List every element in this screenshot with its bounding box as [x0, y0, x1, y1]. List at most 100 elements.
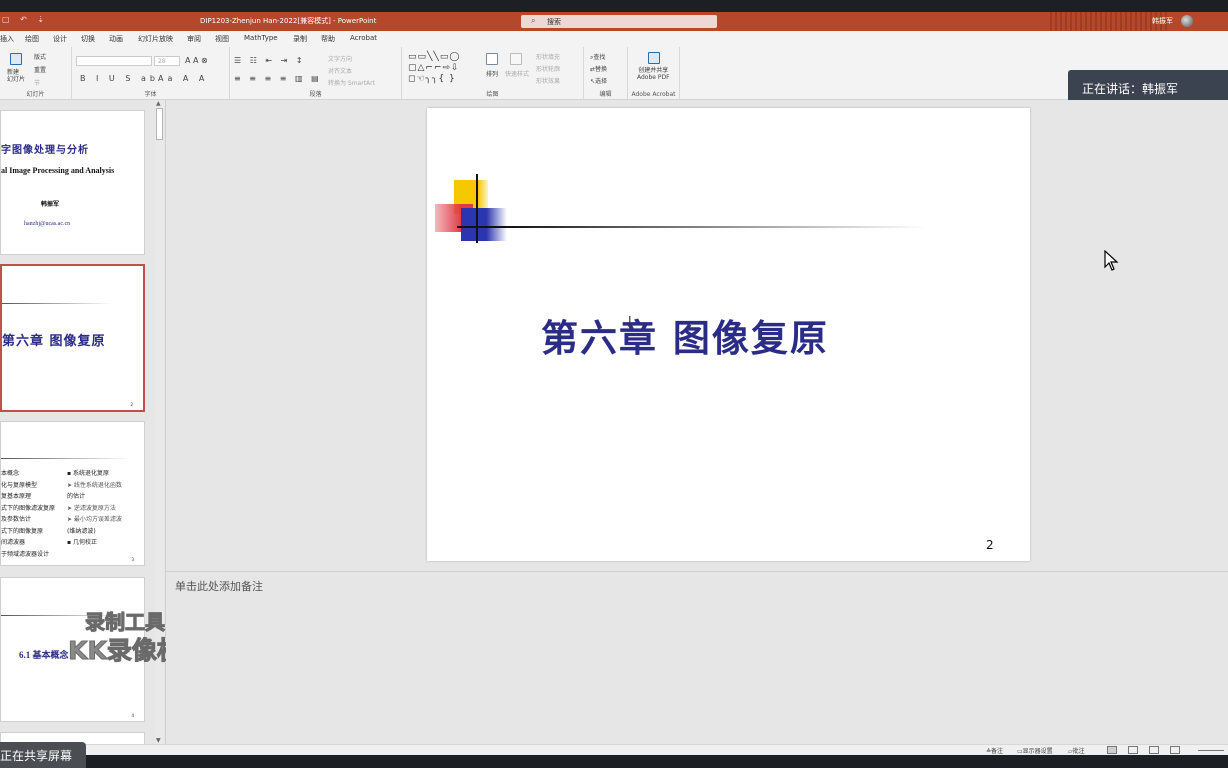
screen-sharing-indicator[interactable]: 正在共享屏幕 [0, 742, 86, 768]
text-direction-button[interactable]: 文字方向 [328, 54, 352, 63]
group-editing-label: 编辑 [599, 91, 612, 98]
avatar[interactable] [1181, 15, 1193, 27]
toc-item: 本概念 [1, 470, 20, 477]
tab-acrobat[interactable]: Acrobat [350, 34, 377, 42]
align-buttons[interactable]: ≡ ≡ ≡ ≡ ▥ ▤ [234, 74, 322, 83]
toc-item: 化与复原模型 [1, 481, 38, 489]
layout-button[interactable]: 版式 [34, 52, 46, 61]
replace-button[interactable]: ⇄替换 [590, 64, 607, 73]
slideshow-view-button[interactable] [1170, 746, 1180, 754]
scroll-up-icon[interactable]: ▲ [156, 100, 161, 107]
find-label: 查找 [593, 54, 606, 61]
tab-slideshow[interactable]: 幻灯片放映 [138, 34, 173, 44]
group-drawing-label: 绘图 [486, 91, 499, 98]
shape-effects-button[interactable]: 形状效果 [536, 76, 560, 85]
notes-placeholder[interactable]: 单击此处添加备注 [175, 578, 263, 594]
decor-vertical-line [476, 174, 478, 243]
quick-styles-button[interactable]: 快速样式 [505, 69, 529, 78]
section-button[interactable]: 节 [34, 78, 40, 87]
display-settings[interactable]: ▭显示器设置 [1017, 746, 1053, 755]
slide-title[interactable]: 第六章 图像复原 [541, 308, 829, 362]
reading-view-button[interactable] [1149, 746, 1159, 754]
replace-label: 替换 [595, 66, 608, 73]
comments-toggle[interactable]: ▱批注 [1068, 746, 1085, 755]
toc-item: 间滤波器 [1, 539, 26, 546]
tab-record[interactable]: 录制 [293, 34, 307, 44]
font-color-buttons[interactable]: Aa A A [158, 74, 208, 83]
shape-outline-button[interactable]: 形状轮廓 [536, 64, 560, 73]
tab-help[interactable]: 帮助 [321, 34, 335, 44]
slide-thumbnail-2[interactable]: 第六章 图像复原 2 [0, 264, 145, 412]
slide-thumbnail-1[interactable]: 字图像处理与分析 al Image Processing and Analysi… [0, 110, 145, 255]
scroll-thumb[interactable] [156, 108, 163, 140]
group-acrobat-label: Adobe Acrobat [631, 91, 676, 98]
ribbon: 新建 幻灯片 版式 重置 节 幻灯片 28 A A ⊗ B I U S ab A… [0, 45, 1228, 100]
tab-insert[interactable]: 插入 [0, 34, 14, 44]
tab-mathtype[interactable]: MathType [244, 34, 278, 42]
group-acrobat: 创建并共享 Adobe PDF Adobe Acrobat [628, 47, 680, 99]
font-name-combo[interactable] [76, 56, 152, 66]
scroll-down-icon[interactable]: ▼ [156, 737, 161, 744]
tab-transitions[interactable]: 切换 [81, 34, 95, 44]
toc-item: ➤ 逆滤波复原方法 [67, 504, 116, 512]
zoom-slider[interactable] [1198, 750, 1224, 751]
thumb3-toc-right: ▪ 系统退化复原 ➤ 线性系统退化函数 的估计 ➤ 逆滤波复原方法 ➤ 最小均方… [67, 468, 122, 549]
select-button[interactable]: ↖选择 [590, 76, 607, 85]
notes-toggle[interactable]: ≙备注 [986, 746, 1003, 755]
group-slides: 新建 幻灯片 版式 重置 节 幻灯片 [0, 47, 72, 99]
group-paragraph-label: 段落 [309, 91, 322, 98]
reset-button[interactable]: 重置 [34, 65, 46, 74]
new-slide-label[interactable]: 新建 幻灯片 [7, 69, 25, 83]
group-font-label: 字体 [144, 91, 157, 98]
thumb2-line [2, 303, 112, 304]
align-text-button[interactable]: 对齐文本 [328, 66, 352, 75]
tab-design[interactable]: 设计 [53, 34, 67, 44]
tab-view[interactable]: 视图 [215, 34, 229, 44]
toc-item: 的估计 [67, 493, 86, 500]
group-font: 28 A A ⊗ B I U S ab Aa A A 字体 [72, 47, 230, 99]
decor-blue-square [461, 208, 507, 241]
create-pdf-button[interactable]: 创建并共享 Adobe PDF [637, 67, 670, 81]
slide-thumbnail-3[interactable]: 本概念 化与复原模型 复基本原理 式下的图像滤波复原 及参数估计 式下的图像复原… [0, 421, 145, 566]
font-size-combo[interactable]: 28 [154, 56, 180, 66]
font-format-buttons[interactable]: B I U S ab [80, 74, 159, 83]
notes-pane[interactable]: 单击此处添加备注 [166, 571, 1228, 744]
thumb1-title: 字图像处理与分析 [1, 145, 89, 156]
arrange-button[interactable]: 排列 [486, 69, 498, 78]
search-icon: ⌕ [531, 16, 536, 25]
user-name[interactable]: 韩振军 [1152, 16, 1173, 26]
toc-item: 于频域滤波器设计 [1, 550, 50, 558]
tab-review[interactable]: 审阅 [187, 34, 201, 44]
quick-styles-icon[interactable] [510, 53, 522, 65]
font-size-value: 28 [158, 58, 166, 65]
group-drawing: ▭▭╲╲▭◯ ▢△⌐⌐⇨⇩ ◻☜╮╮{ } 排列 快速样式 形状填充 形状轮廓 形状… [402, 47, 584, 99]
find-button[interactable]: ⌕查找 [590, 52, 605, 62]
comments-toggle-label: 批注 [1072, 748, 1085, 755]
quick-access-toolbar[interactable]: ▢ ↶ ⇣ [2, 15, 48, 24]
system-top-strip [0, 0, 1228, 12]
normal-view-button[interactable] [1107, 746, 1117, 754]
sorter-view-button[interactable] [1128, 746, 1138, 754]
search-box[interactable]: ⌕ 搜索 [521, 15, 717, 28]
arrange-icon[interactable] [486, 53, 498, 65]
thumb2-title: 第六章 图像复原 [2, 334, 106, 349]
shape-fill-button[interactable]: 形状填充 [536, 52, 560, 61]
toc-item: 复基本原理 [1, 493, 32, 500]
text-cursor-icon: Ι [628, 314, 632, 328]
toc-item: (维纳滤波) [67, 527, 96, 535]
create-pdf-icon[interactable] [648, 52, 660, 64]
list-buttons[interactable]: ☰ ☷ ⇤ ⇥ ↕ [234, 56, 306, 65]
current-slide[interactable]: 第六章 图像复原 2 [427, 108, 1030, 561]
shapes-gallery[interactable]: ▭▭╲╲▭◯ ▢△⌐⌐⇨⇩ ◻☜╮╮{ } [408, 52, 472, 84]
tab-draw[interactable]: 绘图 [25, 34, 39, 44]
ribbon-tabs: 插入 绘图 设计 切换 动画 幻灯片放映 审阅 视图 MathType 录制 帮… [0, 31, 1228, 45]
new-slide-icon[interactable] [10, 53, 22, 65]
display-settings-label: 显示器设置 [1022, 748, 1053, 755]
slide-number: 2 [986, 538, 994, 552]
thumb1-subtitle: al Image Processing and Analysis [1, 166, 115, 175]
smartart-button[interactable]: 转换为 SmartArt [328, 78, 375, 87]
tab-animations[interactable]: 动画 [109, 34, 123, 44]
font-grow-shrink[interactable]: A A ⊗ [185, 56, 208, 65]
title-bar: ▢ ↶ ⇣ DIP1203-Zhenjun Han-2022[兼容模式] - P… [0, 12, 1228, 31]
thumb3-number: 3 [131, 557, 134, 562]
